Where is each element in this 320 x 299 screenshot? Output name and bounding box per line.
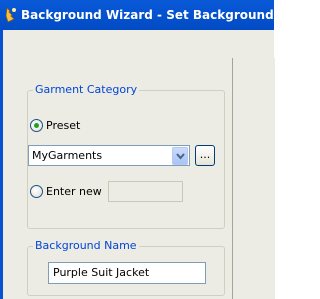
garment-category-group: Garment Category Preset MyGarments ... E… xyxy=(27,83,225,229)
preview-panel xyxy=(232,58,275,299)
background-name-group: Background Name Purple Suit Jacket xyxy=(27,239,225,296)
enter-new-label: Enter new xyxy=(46,185,102,198)
window-frame-left xyxy=(0,30,3,299)
chevron-down-icon[interactable] xyxy=(172,147,188,165)
wizard-app-icon xyxy=(5,7,16,23)
background-name-input[interactable]: Purple Suit Jacket xyxy=(48,262,206,284)
preset-radio-row[interactable]: Preset xyxy=(30,119,80,132)
browse-button[interactable]: ... xyxy=(195,145,215,166)
preset-dropdown-value: MyGarments xyxy=(32,149,103,162)
enter-new-radio[interactable] xyxy=(30,185,43,198)
preset-radio[interactable] xyxy=(30,119,43,132)
window-title: Background Wizard - Set Background Name xyxy=(21,8,274,22)
enter-new-input[interactable] xyxy=(108,181,183,202)
enter-new-radio-row[interactable]: Enter new xyxy=(30,185,102,198)
garment-category-caption: Garment Category xyxy=(33,83,140,97)
background-name-caption: Background Name xyxy=(33,239,139,253)
preset-dropdown[interactable]: MyGarments xyxy=(28,145,190,166)
preset-label: Preset xyxy=(46,119,81,132)
background-name-value: Purple Suit Jacket xyxy=(53,266,150,279)
title-bar[interactable]: Background Wizard - Set Background Name xyxy=(0,0,274,30)
